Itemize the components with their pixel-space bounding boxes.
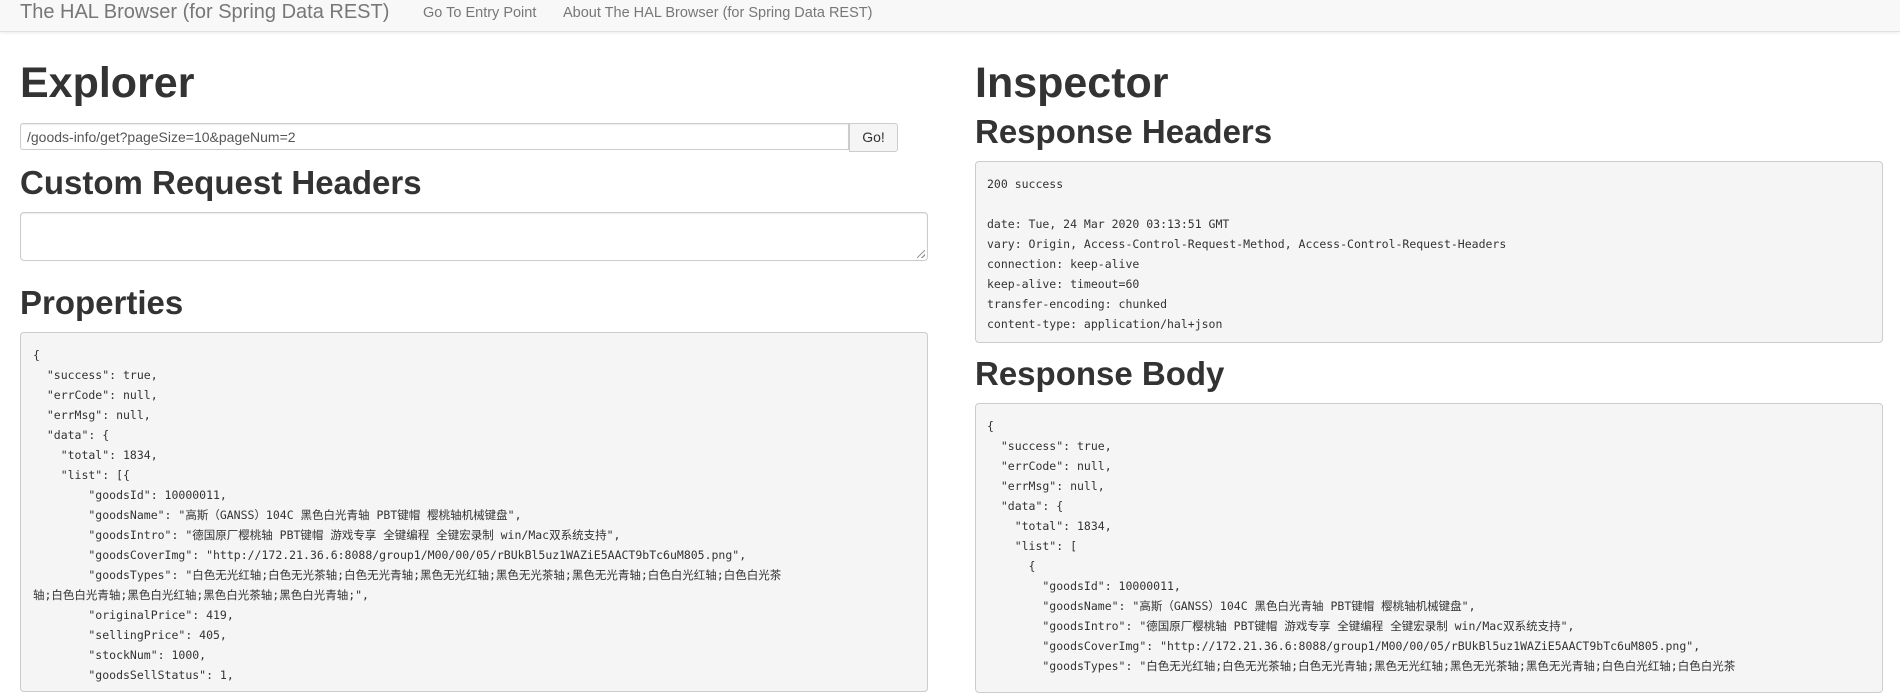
properties-title: Properties [20,284,184,321]
response-headers-title: Response Headers [975,113,1273,150]
response-headers-text: 200 success date: Tue, 24 Mar 2020 03:13… [975,161,1883,343]
properties-json: { "success": true, "errCode": null, "err… [20,332,928,692]
custom-headers-textarea[interactable] [20,212,928,261]
navbar: The HAL Browser (for Spring Data REST) G… [0,0,1900,32]
explorer-title: Explorer [20,59,195,107]
inspector-title: Inspector [975,59,1169,107]
go-button[interactable]: Go! [849,123,898,152]
about-link[interactable]: About The HAL Browser (for Spring Data R… [563,5,872,21]
response-body-json: { "success": true, "errCode": null, "err… [975,403,1883,693]
url-input[interactable]: /goods-info/get?pageSize=10&pageNum=2 [20,123,849,150]
resize-grip-icon[interactable] [917,250,925,258]
go-to-entry-point-link[interactable]: Go To Entry Point [423,5,536,21]
brand-link[interactable]: The HAL Browser (for Spring Data REST) [20,1,389,24]
custom-request-headers-title: Custom Request Headers [20,164,422,201]
response-body-title: Response Body [975,355,1225,392]
